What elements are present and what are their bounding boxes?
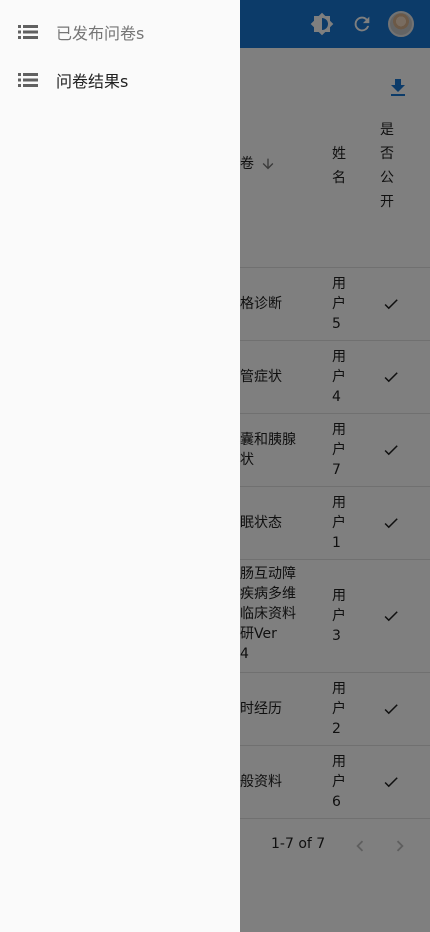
navigation-drawer: 已发布问卷s 问卷结果s — [0, 0, 240, 932]
list-icon — [18, 73, 38, 87]
list-icon — [18, 25, 38, 39]
nav-item-published-questionnaires[interactable]: 已发布问卷s — [0, 8, 240, 56]
nav-item-label: 问卷结果s — [56, 72, 129, 91]
nav-item-questionnaire-results[interactable]: 问卷结果s — [0, 56, 240, 104]
nav-item-label: 已发布问卷s — [56, 24, 145, 43]
